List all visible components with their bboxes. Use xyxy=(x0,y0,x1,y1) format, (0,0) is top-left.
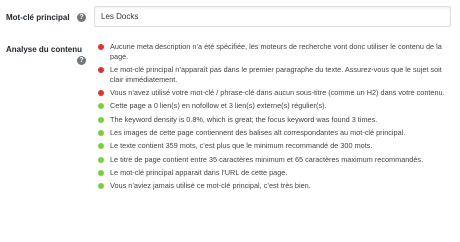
list-item: Le mot-clé principal n’apparaît pas dans… xyxy=(98,65,454,85)
analysis-text: Vous n’avez utilisé votre mot-clé / phra… xyxy=(110,88,445,98)
analysis-text: The keyword density is 0.8%, which is gr… xyxy=(110,114,378,124)
list-item: Aucune meta description n’a été spécifié… xyxy=(98,42,454,62)
list-item: Le mot-clé principal apparait dans l’URL… xyxy=(98,168,454,178)
list-item: Cette page a 0 lien(s) en nofollow et 3 … xyxy=(98,101,454,111)
analysis-text: Cette page a 0 lien(s) en nofollow et 3 … xyxy=(110,101,327,111)
list-item: Le texte contient 359 mots, c’est plus q… xyxy=(98,141,454,151)
status-dot-icon xyxy=(98,169,104,176)
status-dot-icon xyxy=(98,116,104,123)
analysis-text: Vous n’aviez jamais utilisé ce mot-clé p… xyxy=(110,181,311,191)
list-item: The keyword density is 0.8%, which is gr… xyxy=(98,115,454,125)
analysis-text: Le mot-clé principal n’apparaît pas dans… xyxy=(110,65,442,84)
analysis-list: Aucune meta description n’a été spécifié… xyxy=(98,42,454,195)
content-analysis-label: Analyse du contenu xyxy=(6,45,83,54)
list-item: Le titre de page contient entre 35 carac… xyxy=(98,155,454,165)
focus-keyword-input[interactable] xyxy=(94,6,451,27)
status-dot-icon xyxy=(98,183,104,190)
analysis-text: Le texte contient 359 mots, c’est plus q… xyxy=(110,141,373,151)
list-item: Les images de cette page contiennent des… xyxy=(98,128,454,138)
help-icon[interactable]: ? xyxy=(77,13,86,22)
analysis-text: Le titre de page contient entre 35 carac… xyxy=(110,154,424,164)
focus-keyword-label: Mot-clé principal xyxy=(6,13,70,22)
list-item: Vous n’aviez jamais utilisé ce mot-clé p… xyxy=(98,181,454,191)
status-dot-icon xyxy=(98,103,104,110)
list-item: Vous n’avez utilisé votre mot-clé / phra… xyxy=(98,88,454,98)
status-dot-icon xyxy=(98,143,104,150)
analysis-text: Les images de cette page contiennent des… xyxy=(110,128,406,138)
analysis-text: Aucune meta description n’a été spécifié… xyxy=(110,42,442,61)
status-dot-icon xyxy=(98,67,104,74)
status-dot-icon xyxy=(98,130,104,137)
status-dot-icon xyxy=(98,90,104,97)
analysis-text: Le mot-clé principal apparait dans l’URL… xyxy=(110,167,288,177)
status-dot-icon xyxy=(98,44,104,50)
help-icon[interactable]: ? xyxy=(77,56,86,65)
status-dot-icon xyxy=(98,156,104,163)
